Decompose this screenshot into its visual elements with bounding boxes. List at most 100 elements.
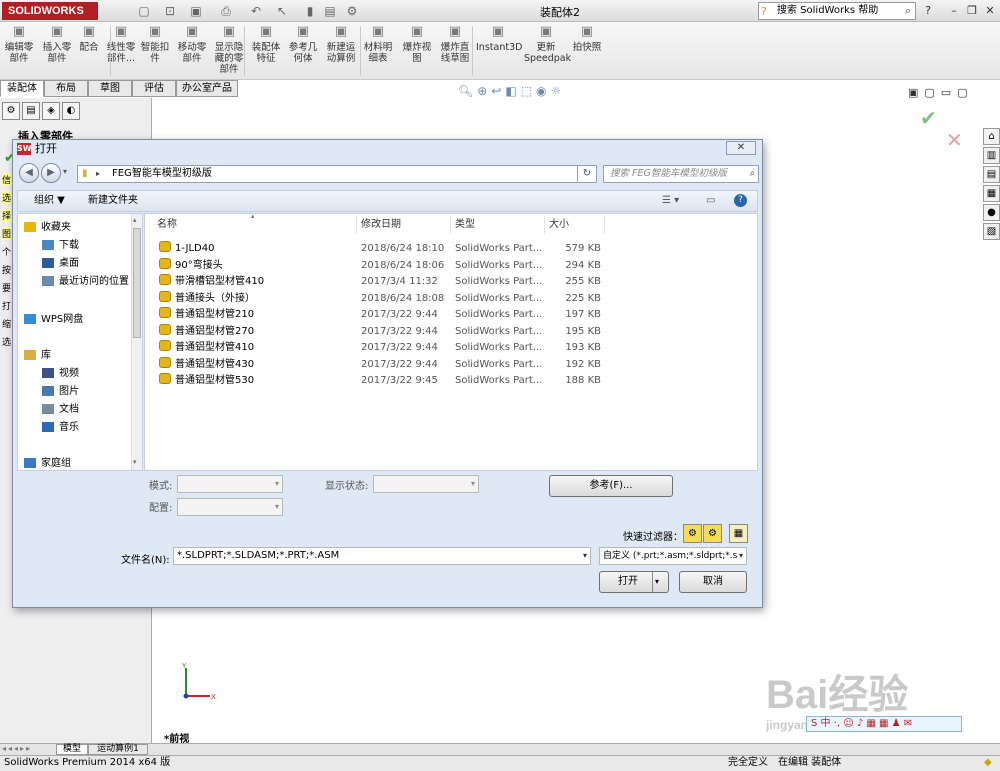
confirm-check-icon[interactable]: ✔ (920, 106, 937, 130)
ime-toolbar[interactable]: S 中 ·, ☺ ♪ ▦ ▦ ♟ ✉ (806, 716, 962, 732)
scroll-thumb[interactable] (133, 228, 141, 338)
nav-scrollbar[interactable]: ▴ ▾ (131, 214, 142, 470)
refresh-icon[interactable]: ↻ (577, 165, 597, 183)
ribbon-button[interactable]: ▣ 爆炸视图 (400, 24, 434, 78)
ribbon-button[interactable]: ▣ 显示隐 藏的零 部件 (212, 24, 246, 78)
search-icon[interactable]: ⌕ (905, 3, 911, 19)
help-question-icon[interactable]: ? (920, 3, 936, 19)
ribbon-button[interactable]: ▣ 配合 (76, 24, 102, 78)
file-row[interactable]: 普通接头（外接） 2018/6/24 18:08 SolidWorks Part..… (145, 290, 757, 307)
filter-drawings-icon[interactable]: ▦ (729, 524, 748, 543)
scroll-down-icon[interactable]: ▾ (133, 458, 137, 466)
select-cursor-icon[interactable]: ↖ (272, 3, 292, 19)
back-button[interactable]: ◀ (19, 163, 39, 183)
nav-item[interactable]: 视频 (18, 366, 130, 382)
nav-item[interactable]: 音乐 (18, 420, 130, 436)
filter-assemblies-icon[interactable]: ⚙ (703, 524, 722, 543)
ribbon-button[interactable]: ▣ 材料明 细表 (362, 24, 394, 78)
ribbon-button[interactable]: ▣ 拍快照 (572, 24, 602, 78)
open-file-icon[interactable]: ⊡ (160, 3, 180, 19)
ribbon-button[interactable]: ▣ 装配体 特征 (250, 24, 282, 78)
display-state-select[interactable]: ▾ (373, 475, 479, 493)
file-explorer-icon[interactable]: ▤ (983, 166, 1000, 183)
search-icon[interactable]: ⌕ (750, 166, 755, 182)
filter-parts-icon[interactable]: ⚙ (683, 524, 702, 543)
custom-properties-icon[interactable]: ▧ (983, 223, 1000, 240)
previous-view-icon[interactable]: ↩ (491, 84, 505, 98)
cancel-button[interactable]: 取消 (679, 571, 747, 593)
restore-icon[interactable]: ❐ (964, 3, 980, 19)
help-icon[interactable]: ? (734, 194, 747, 207)
filename-input[interactable]: *.SLDPRT;*.SLDASM;*.PRT;*.ASM ▾ (173, 547, 591, 565)
ribbon-button[interactable]: ▣ 智能扣件 (140, 24, 170, 78)
tab-motion-study[interactable]: 运动算例1 (88, 744, 148, 755)
view-options-icon[interactable]: ☰ ▾ (662, 191, 679, 211)
address-bar[interactable]: ▮ ▸ FEG智能车模型初级版 ▾ (77, 165, 593, 183)
ribbon-button[interactable]: ▣ Instant3D (476, 24, 522, 78)
file-type-filter-select[interactable]: 自定义 (*.prt;*.asm;*.sldprt;*.s ▾ (599, 547, 747, 565)
rebuild-icon[interactable]: ▮ (300, 3, 320, 19)
ribbon-button[interactable]: ▣ 编辑零 部件 (2, 24, 36, 78)
nav-item[interactable]: 图片 (18, 384, 130, 400)
appearances-icon[interactable]: ● (983, 204, 1000, 221)
file-properties-icon[interactable]: ▤ (320, 3, 340, 19)
nav-item[interactable]: 桌面 (18, 256, 130, 272)
cancel-x-icon[interactable]: ✕ (946, 128, 963, 152)
file-row[interactable]: 普通铝型材管410 2017/3/22 9:44 SolidWorks Part..… (145, 340, 757, 356)
folder-search-input[interactable]: 搜索 FEG智能车模型初级版 ⌕ (603, 165, 759, 183)
file-row[interactable]: 1-JLD40 2018/6/24 18:10 SolidWorks Part...… (145, 241, 757, 257)
mode-select[interactable]: ▾ (177, 475, 283, 493)
close-icon[interactable]: ✕ (982, 3, 998, 19)
tab-sketch[interactable]: 草图 (88, 80, 132, 97)
save-icon[interactable]: ▣ (186, 3, 206, 19)
tab-layout[interactable]: 布局 (44, 80, 88, 97)
design-library-icon[interactable]: ▥ (983, 147, 1000, 164)
reference-button[interactable]: 参考(F)... (549, 475, 673, 497)
print-icon[interactable]: ⎙ (216, 3, 236, 19)
ribbon-button[interactable]: ▣ 更新 Speedpak (524, 24, 571, 78)
nav-item[interactable]: 收藏夹 (18, 220, 130, 236)
zoom-to-fit-icon[interactable]: 🔍︎ (458, 84, 477, 98)
new-file-icon[interactable]: ▢ (134, 3, 154, 19)
view-orientation-icon[interactable]: ⬚ (521, 84, 536, 98)
options-icon[interactable]: ⚙ (342, 3, 362, 19)
config-select[interactable]: ▾ (177, 498, 283, 516)
ribbon-button[interactable]: ▣ 插入零 部件 (40, 24, 74, 78)
solidworks-logo[interactable]: SOLIDWORKS (2, 2, 98, 20)
nav-item[interactable]: 文档 (18, 402, 130, 418)
ribbon-button[interactable]: ▣ 参考几 何体 (286, 24, 320, 78)
recent-locations-icon[interactable]: ▾ (63, 167, 67, 176)
file-row[interactable]: 普通铝型材管530 2017/3/22 9:45 SolidWorks Part..… (145, 373, 757, 389)
dialog-close-button[interactable]: ✕ (726, 141, 756, 155)
tab-assembly[interactable]: 装配体 (0, 80, 44, 97)
help-search-input[interactable]: ? 搜索 SolidWorks 帮助 ⌕ (758, 2, 916, 20)
property-manager-icon[interactable]: ▤ (22, 102, 40, 120)
nav-item[interactable]: 库 (18, 348, 130, 364)
zoom-area-icon[interactable]: ⊕ (477, 84, 491, 98)
column-header-size[interactable]: 大小 (545, 216, 605, 234)
nav-item[interactable]: 最近访问的位置 (18, 274, 130, 290)
file-row[interactable]: 普通铝型材管270 2017/3/22 9:44 SolidWorks Part..… (145, 323, 757, 340)
viewport-window-controls[interactable]: ▣▢▭▢ (908, 86, 974, 99)
display-manager-icon[interactable]: ◐ (62, 102, 80, 120)
file-row[interactable]: 普通铝型材管430 2017/3/22 9:44 SolidWorks Part..… (145, 356, 757, 373)
ribbon-button[interactable]: ▣ 新建运 动算例 (324, 24, 358, 78)
configuration-manager-icon[interactable]: ◈ (42, 102, 60, 120)
feature-manager-icon[interactable]: ⚙ (2, 102, 20, 120)
hide-show-icon[interactable]: ☼ (551, 84, 566, 98)
display-style-icon[interactable]: ◉ (536, 84, 550, 98)
forward-button[interactable]: ▶ (41, 163, 61, 183)
column-header-date[interactable]: 修改日期 (357, 216, 451, 234)
file-row[interactable]: 90°弯接头 2018/6/24 18:06 SolidWorks Part... 2… (145, 257, 757, 274)
file-row[interactable]: 普通铝型材管210 2017/3/22 9:44 SolidWorks Part..… (145, 307, 757, 323)
tab-office-products[interactable]: 办公室产品 (176, 80, 238, 97)
notification-icon[interactable]: ◆ (984, 756, 992, 770)
organize-menu[interactable]: 组织 ▼ (34, 191, 65, 211)
preview-pane-icon[interactable]: ▭ (706, 191, 715, 211)
nav-item[interactable]: 家庭组 (18, 456, 130, 472)
undo-icon[interactable]: ↶ (246, 3, 266, 19)
nav-item[interactable]: WPS网盘 (18, 312, 130, 328)
ribbon-button[interactable]: ▣ 移动零 部件 (174, 24, 210, 78)
view-palette-icon[interactable]: ▦ (983, 185, 1000, 202)
scroll-up-icon[interactable]: ▴ (133, 216, 137, 224)
